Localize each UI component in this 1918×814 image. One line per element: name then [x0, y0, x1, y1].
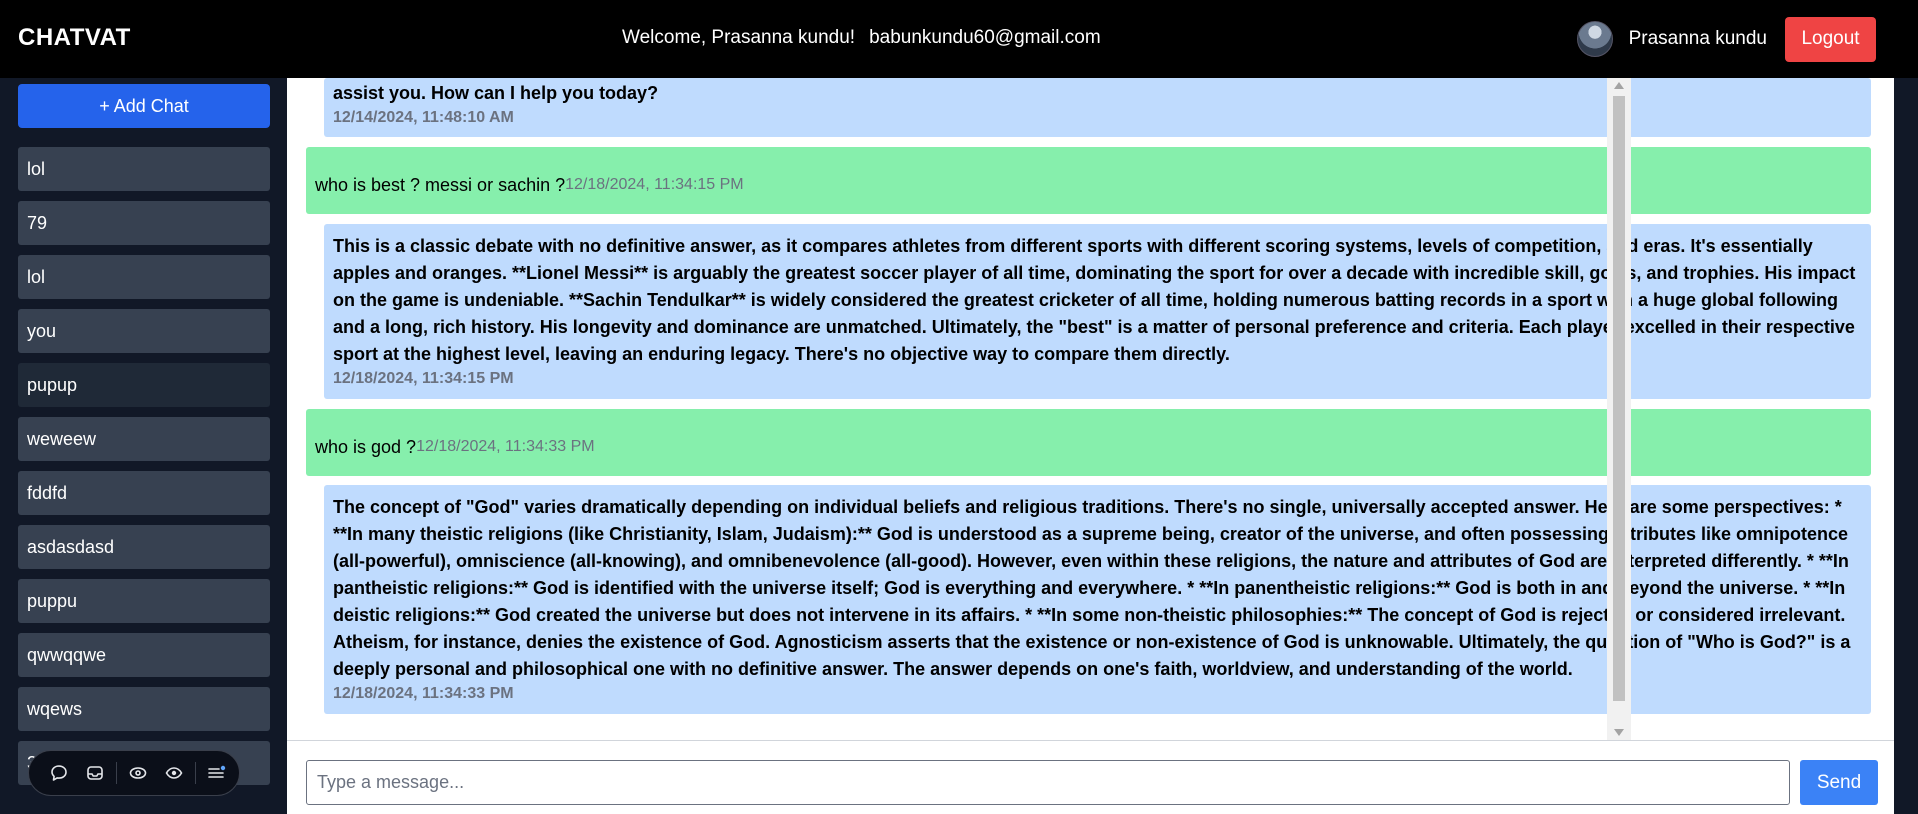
chat-item[interactable]: weweew	[18, 417, 270, 461]
message-text: who is god ?	[315, 436, 417, 457]
chat-item[interactable]: fddfd	[18, 471, 270, 515]
menu-icon[interactable]	[199, 755, 235, 791]
scroll-up-arrow-icon[interactable]	[1614, 82, 1624, 89]
message-text: This is a classic debate with no definit…	[333, 236, 1856, 364]
message-input[interactable]	[306, 760, 1790, 805]
sidebar: + Add Chat lol 79 lol you pupup weweew f…	[0, 78, 287, 814]
avatar[interactable]	[1576, 21, 1613, 57]
chat-item[interactable]: asdasdasd	[18, 525, 270, 569]
bot-message: assist you. How can I help you today? 12…	[324, 78, 1871, 137]
floating-toolbar	[28, 750, 240, 796]
chat-item[interactable]: qwwqqwe	[18, 633, 270, 677]
scroll-down-arrow-icon[interactable]	[1614, 729, 1624, 736]
user-email: babunkundu60@gmail.com	[869, 27, 1101, 48]
send-button[interactable]: Send	[1800, 760, 1878, 805]
message-text: who is best ? messi or sachin ?	[315, 174, 566, 195]
chat-item[interactable]: lol	[18, 147, 270, 191]
eye-outline-icon[interactable]	[120, 755, 156, 791]
welcome-text: Welcome, Prasanna kundu! babunkundu60@gma…	[622, 27, 1101, 49]
message-timestamp: 12/14/2024, 11:48:10 AM	[333, 109, 514, 126]
scroll-thumb[interactable]	[1613, 96, 1625, 701]
chat-item[interactable]: wqews	[18, 687, 270, 731]
toolbar-divider	[195, 762, 196, 784]
app-brand[interactable]: CHATVAT	[18, 24, 131, 52]
user-menu: Prasanna kundu Logout	[1576, 0, 1918, 78]
user-message: who is god ? 12/18/2024, 11:34:33 PM	[306, 409, 1871, 476]
chat-panel: assist you. How can I help you today? 12…	[287, 78, 1894, 814]
message-timestamp: 12/18/2024, 11:34:33 PM	[333, 685, 514, 702]
bot-message: The concept of "God" varies dramatically…	[324, 485, 1871, 714]
chat-item[interactable]: puppu	[18, 579, 270, 623]
toolbar-divider	[116, 762, 117, 784]
chat-bubble-icon[interactable]	[41, 755, 77, 791]
chat-list: lol 79 lol you pupup weweew fddfd asdasd…	[18, 147, 270, 795]
chat-item[interactable]: you	[18, 309, 270, 353]
message-text: assist you. How can I help you today?	[333, 83, 659, 103]
chat-item[interactable]: lol	[18, 255, 270, 299]
eye-icon[interactable]	[156, 755, 192, 791]
inbox-icon[interactable]	[77, 755, 113, 791]
user-message: who is best ? messi or sachin ? 12/18/20…	[306, 147, 1871, 214]
message-composer: Send	[287, 740, 1894, 814]
username: Prasanna kundu	[1628, 28, 1767, 49]
message-scrollbar[interactable]	[1607, 78, 1631, 740]
add-chat-button[interactable]: + Add Chat	[18, 84, 270, 128]
message-timestamp: 12/18/2024, 11:34:15 PM	[333, 370, 514, 387]
app-header: CHATVAT Welcome, Prasanna kundu! babunkun…	[0, 0, 1918, 78]
message-text: The concept of "God" varies dramatically…	[333, 497, 1851, 679]
message-timestamp: 12/18/2024, 11:34:15 PM	[565, 176, 744, 193]
bot-message: This is a classic debate with no definit…	[324, 224, 1871, 399]
message-list[interactable]: assist you. How can I help you today? 12…	[287, 78, 1894, 740]
logout-button[interactable]: Logout	[1785, 16, 1876, 62]
chat-item[interactable]: 79	[18, 201, 270, 245]
chat-item-active[interactable]: pupup	[18, 363, 270, 407]
message-timestamp: 12/18/2024, 11:34:33 PM	[416, 438, 595, 455]
welcome-message: Welcome, Prasanna kundu!	[622, 27, 856, 48]
